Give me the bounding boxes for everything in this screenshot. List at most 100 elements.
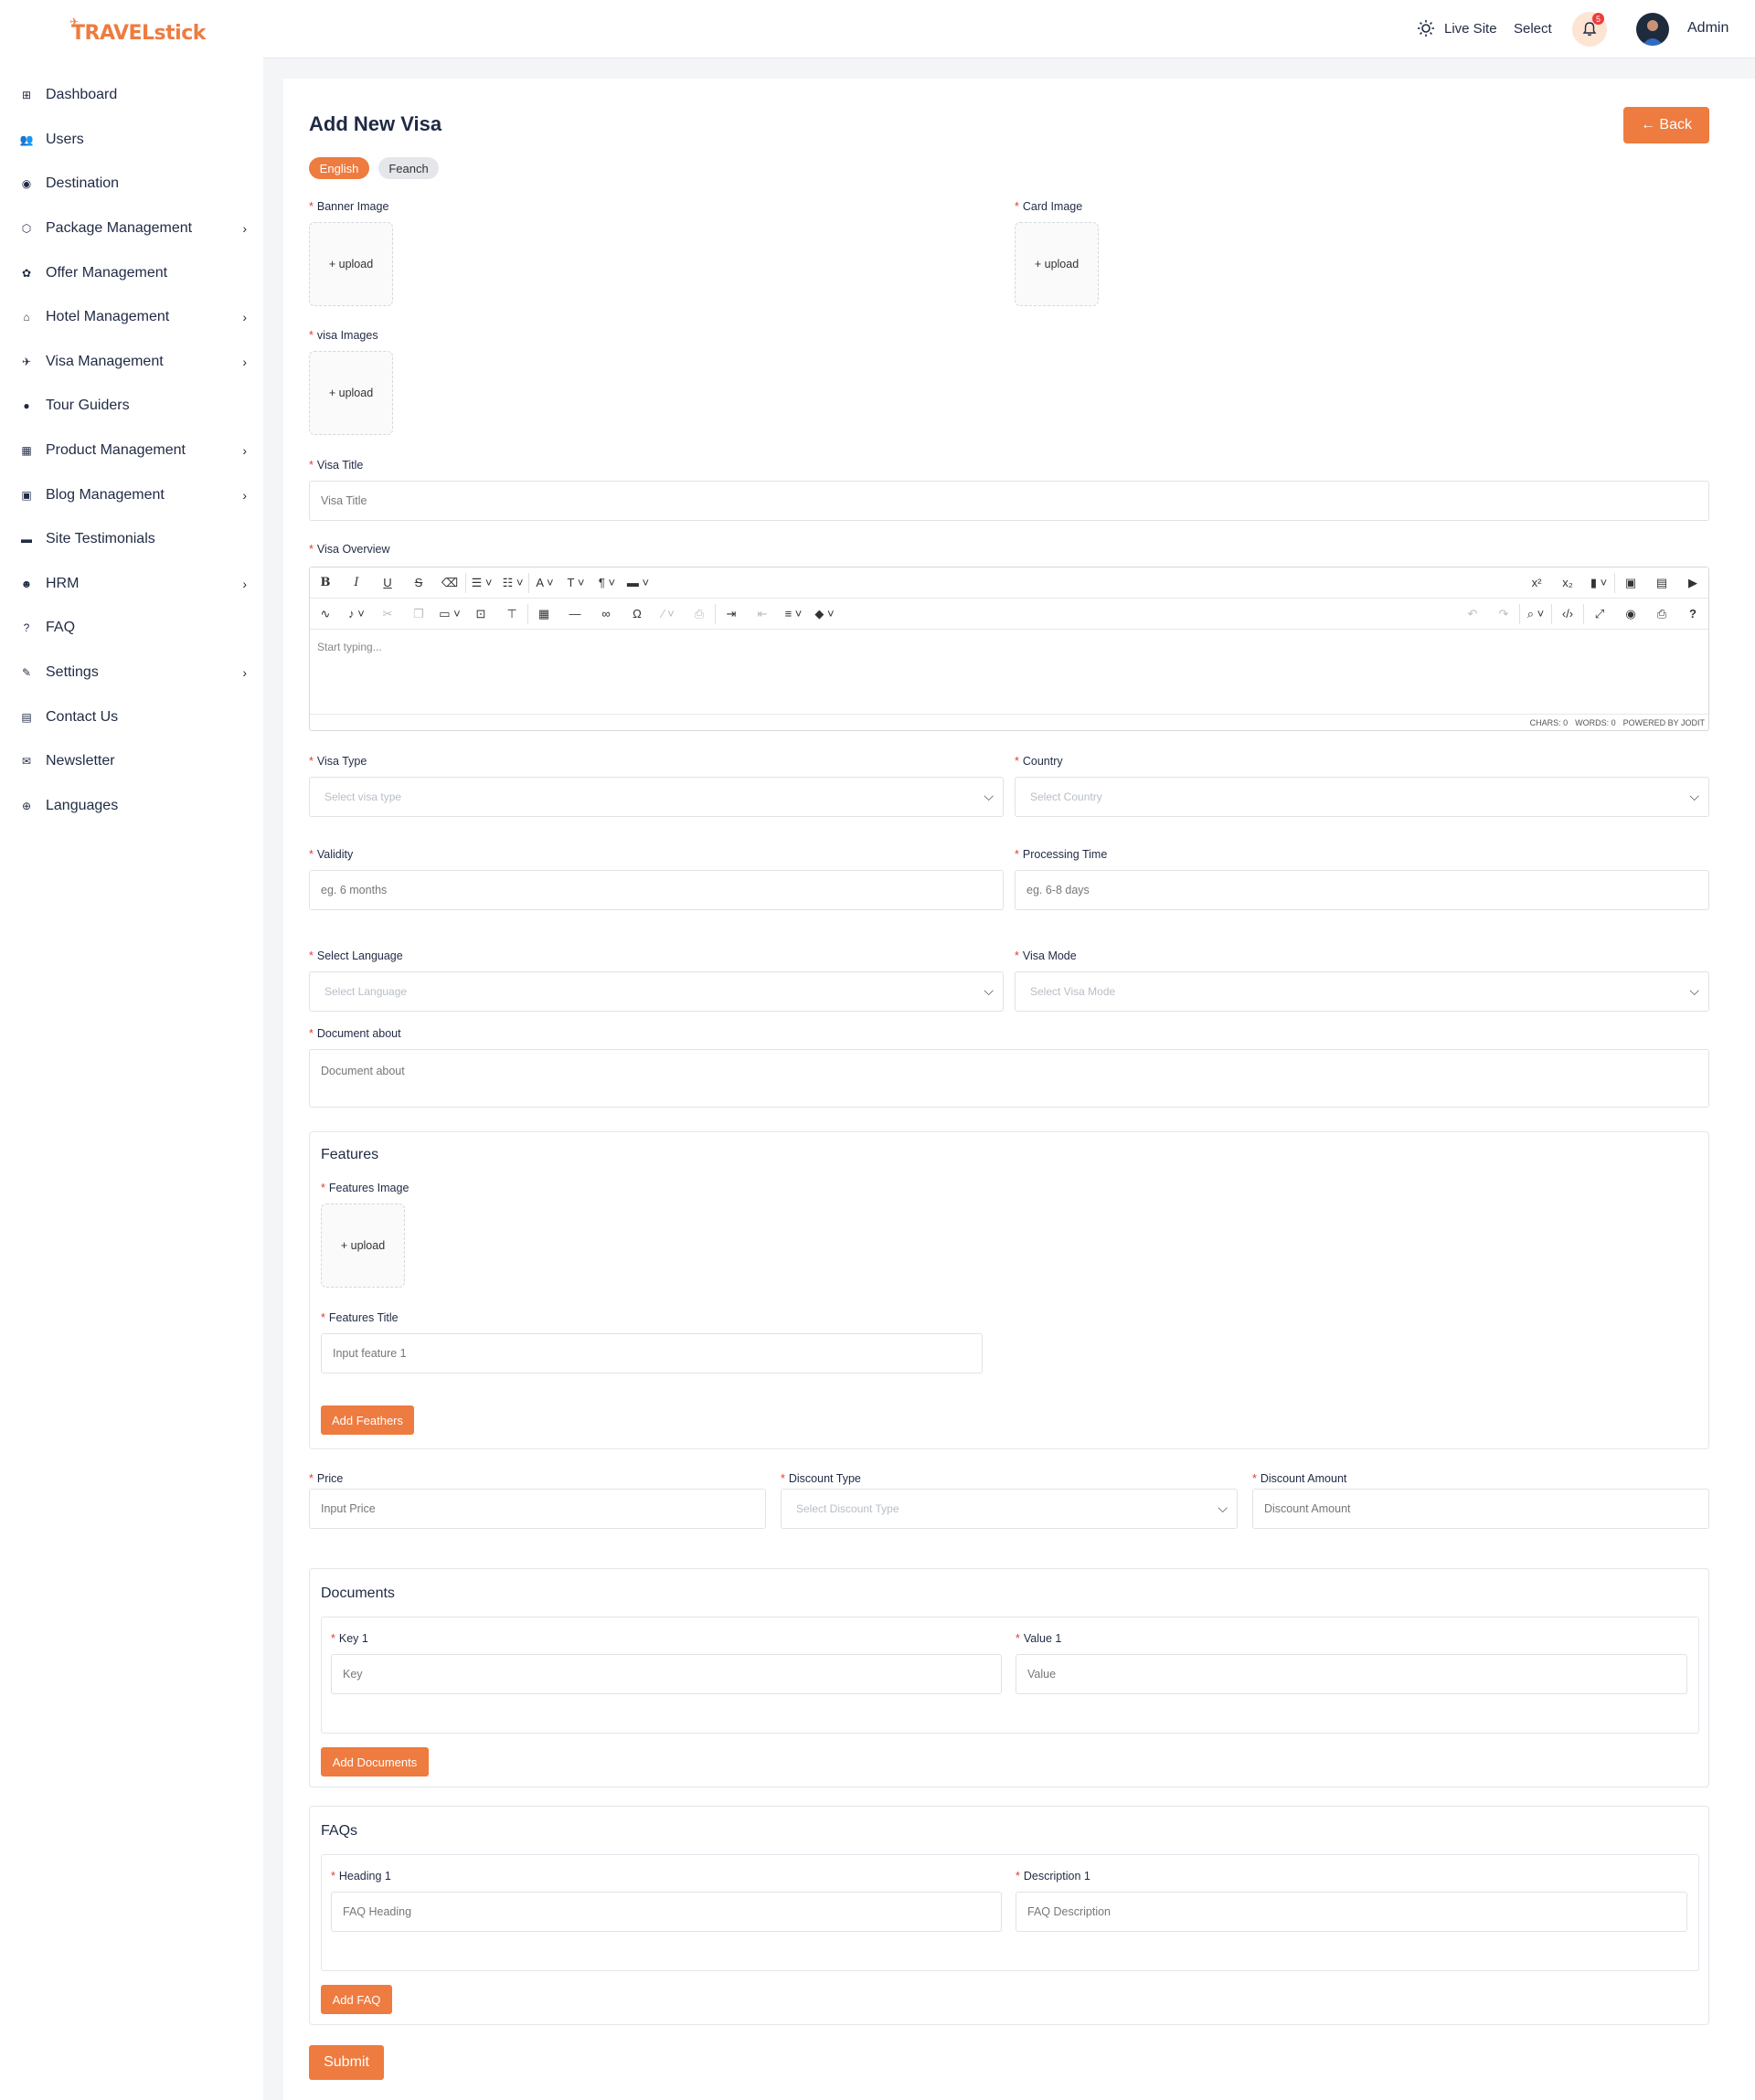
color-icon[interactable]: ◆ ˅ xyxy=(809,600,840,628)
price-input[interactable]: Input Price xyxy=(309,1489,766,1529)
align-icon[interactable]: ≡ ˅ xyxy=(778,600,809,628)
visa-type-select[interactable]: Select visa type ⌵ xyxy=(309,777,1004,817)
underline-icon[interactable]: U xyxy=(372,569,403,597)
spellcheck-icon[interactable]: ∿ xyxy=(310,600,341,628)
sidebar-item-destination[interactable]: ◉ Destination xyxy=(0,162,263,207)
chevron-right-icon[interactable]: › xyxy=(242,355,247,369)
visa-title-input[interactable]: Visa Title xyxy=(309,481,1709,521)
strikethrough-icon[interactable]: S xyxy=(403,569,434,597)
bullet-list-icon[interactable]: ☰ ˅ xyxy=(466,569,497,597)
tab-english[interactable]: English xyxy=(309,157,369,179)
features-image-upload[interactable]: + upload xyxy=(321,1204,405,1288)
source-code-icon[interactable]: ‹/› xyxy=(1552,600,1583,628)
chevron-right-icon[interactable]: › xyxy=(242,488,247,503)
print-preview-icon[interactable]: ⎙ xyxy=(684,600,715,628)
submit-button[interactable]: Submit xyxy=(309,2045,384,2080)
sidebar-item-settings[interactable]: ✎ Settings › xyxy=(0,651,263,695)
sidebar-item-site-testimonials[interactable]: ▬ Site Testimonials xyxy=(0,517,263,562)
fullscreen-icon[interactable]: ⤢ xyxy=(1584,600,1615,628)
sidebar-item-blog-management[interactable]: ▣ Blog Management › xyxy=(0,472,263,517)
visa-mode-select[interactable]: Select Visa Mode ⌵ xyxy=(1015,971,1709,1012)
select-all-icon[interactable]: ⊡ xyxy=(465,600,496,628)
banner-image-upload[interactable]: + upload xyxy=(309,222,393,306)
visa-images-upload[interactable]: + upload xyxy=(309,351,393,435)
add-documents-button[interactable]: Add Documents xyxy=(321,1747,429,1777)
link-icon[interactable]: ∞ xyxy=(590,600,622,628)
live-site-link[interactable]: Live Site xyxy=(1417,19,1497,37)
sidebar-item-tour-guiders[interactable]: ● Tour Guiders xyxy=(0,384,263,429)
sidebar-item-hrm[interactable]: ☻ HRM › xyxy=(0,562,263,607)
select-dropdown[interactable]: Select xyxy=(1514,21,1552,37)
undo-icon[interactable]: ↶ xyxy=(1457,600,1488,628)
faq-heading-input[interactable]: FAQ Heading xyxy=(331,1892,1002,1932)
sidebar-item-offer-management[interactable]: ✿ Offer Management xyxy=(0,250,263,295)
editor-powered[interactable]: POWERED BY JODIT xyxy=(1623,718,1705,727)
editor-content[interactable]: Start typing... xyxy=(310,630,1708,714)
card-image-upload[interactable]: + upload xyxy=(1015,222,1099,306)
cut-icon[interactable]: ✂ xyxy=(372,600,403,628)
font-icon[interactable]: A ˅ xyxy=(529,569,560,597)
faq-description-input[interactable]: FAQ Description xyxy=(1016,1892,1687,1932)
table-icon[interactable]: ▦ xyxy=(528,600,559,628)
search-icon[interactable]: ⌕ ˅ xyxy=(1520,600,1551,628)
sidebar-item-visa-management[interactable]: ✈ Visa Management › xyxy=(0,340,263,385)
format-painter-icon[interactable]: ⊤ xyxy=(496,600,527,628)
sidebar-item-product-management[interactable]: ▦ Product Management › xyxy=(0,429,263,473)
add-faq-button[interactable]: Add FAQ xyxy=(321,1985,392,2014)
admin-label[interactable]: Admin xyxy=(1687,20,1728,37)
country-select[interactable]: Select Country ⌵ xyxy=(1015,777,1709,817)
copy-icon[interactable]: ❐ xyxy=(403,600,434,628)
key-input[interactable]: Key xyxy=(331,1654,1002,1694)
preview-eye-icon[interactable]: ◉ xyxy=(1615,600,1646,628)
back-button[interactable]: ← Back xyxy=(1623,107,1709,143)
tab-french[interactable]: Feanch xyxy=(378,157,439,179)
horizontal-rule-icon[interactable]: — xyxy=(559,600,590,628)
sidebar-item-newsletter[interactable]: ✉ Newsletter xyxy=(0,739,263,784)
help-icon[interactable]: ? xyxy=(1677,600,1708,628)
value-input[interactable]: Value xyxy=(1016,1654,1687,1694)
sidebar-item-faq[interactable]: ? FAQ xyxy=(0,606,263,651)
numbered-list-icon[interactable]: ☷ ˅ xyxy=(497,569,528,597)
font-size-icon[interactable]: T ˅ xyxy=(560,569,591,597)
outdent-icon[interactable]: ⇤ xyxy=(747,600,778,628)
chevron-right-icon[interactable]: › xyxy=(242,665,247,680)
chevron-right-icon[interactable]: › xyxy=(242,577,247,591)
sidebar-item-package-management[interactable]: ⬡ Package Management › xyxy=(0,207,263,251)
magic-icon[interactable]: ⁄ ˅ xyxy=(653,600,684,628)
special-char-icon[interactable]: Ω xyxy=(622,600,653,628)
sidebar-item-users[interactable]: 👥 Users xyxy=(0,118,263,163)
microphone-icon[interactable]: ♪ ˅ xyxy=(341,600,372,628)
file-icon[interactable]: ▮ ˅ xyxy=(1583,569,1614,597)
sidebar-item-contact-us[interactable]: ▤ Contact Us xyxy=(0,695,263,739)
language-select[interactable]: Select Language ⌵ xyxy=(309,971,1004,1012)
bold-icon[interactable]: B xyxy=(310,569,341,597)
chevron-right-icon[interactable]: › xyxy=(242,443,247,458)
chevron-right-icon[interactable]: › xyxy=(242,221,247,236)
subscript-icon[interactable]: x₂ xyxy=(1552,569,1583,597)
avatar[interactable] xyxy=(1636,13,1669,46)
processing-time-input[interactable]: eg. 6-8 days xyxy=(1015,870,1709,910)
brand-logo[interactable]: ✈ TRAVELstick xyxy=(69,16,206,45)
video-icon[interactable]: ▶ xyxy=(1677,569,1708,597)
discount-amount-input[interactable]: Discount Amount xyxy=(1252,1489,1709,1529)
sidebar-item-languages[interactable]: ⊕ Languages xyxy=(0,784,263,829)
document-icon[interactable]: ▤ xyxy=(1646,569,1677,597)
eraser-icon[interactable]: ⌫ xyxy=(434,569,465,597)
italic-icon[interactable]: I xyxy=(341,569,372,597)
paragraph-icon[interactable]: ¶ ˅ xyxy=(591,569,622,597)
sidebar-item-dashboard[interactable]: ⊞ Dashboard xyxy=(0,73,263,118)
features-title-input[interactable]: Input feature 1 xyxy=(321,1333,983,1373)
add-feathers-button[interactable]: Add Feathers xyxy=(321,1405,414,1435)
sidebar-item-hotel-management[interactable]: ⌂ Hotel Management › xyxy=(0,295,263,340)
validity-input[interactable]: eg. 6 months xyxy=(309,870,1004,910)
discount-type-select[interactable]: Select Discount Type ⌵ xyxy=(781,1489,1238,1529)
document-about-textarea[interactable]: Document about xyxy=(309,1049,1709,1108)
superscript-icon[interactable]: x² xyxy=(1521,569,1552,597)
image-icon[interactable]: ▣ xyxy=(1615,569,1646,597)
print-icon[interactable]: ⎙ xyxy=(1646,600,1677,628)
paste-icon[interactable]: ▭ ˅ xyxy=(434,600,465,628)
chevron-right-icon[interactable]: › xyxy=(242,310,247,324)
classes-icon[interactable]: ▬ ˅ xyxy=(622,569,654,597)
indent-icon[interactable]: ⇥ xyxy=(716,600,747,628)
redo-icon[interactable]: ↷ xyxy=(1488,600,1519,628)
